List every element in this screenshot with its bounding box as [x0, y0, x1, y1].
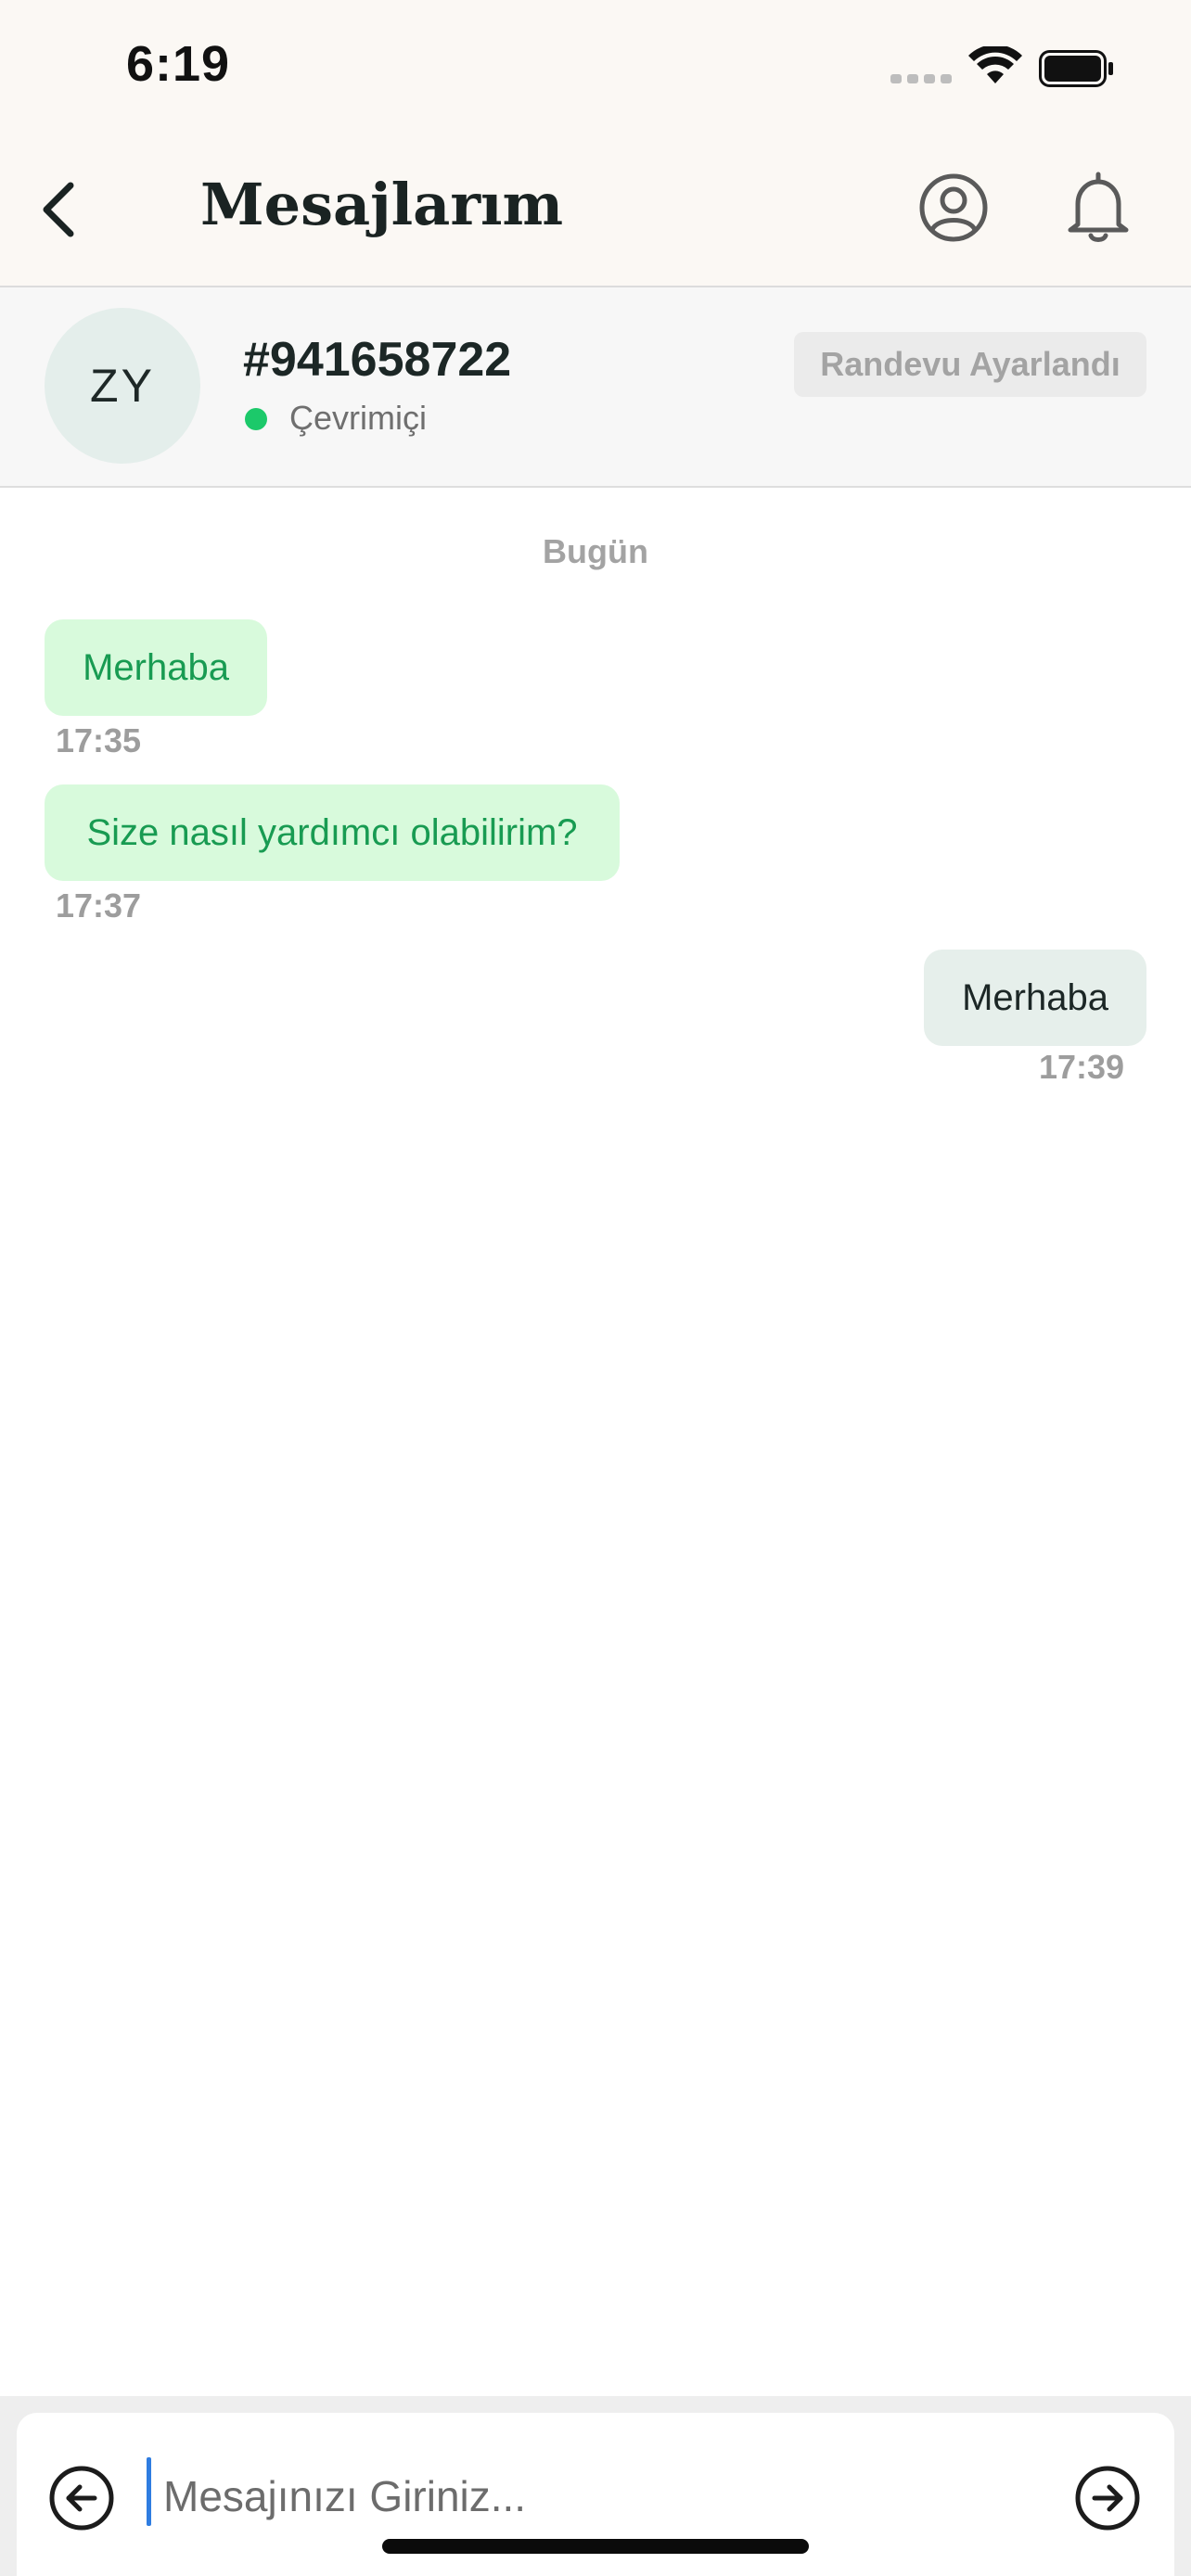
avatar: ZY [45, 308, 200, 464]
conversation-header: ZY #941658722 Çevrimiçi Randevu Ayarland… [0, 287, 1191, 488]
presence-label: Çevrimiçi [289, 399, 427, 437]
bell-icon[interactable] [1063, 171, 1133, 245]
top-bar: 6:19 Mesajlarım [0, 0, 1191, 287]
cellular-signal-icon [890, 74, 952, 83]
arrow-left-circle-icon[interactable] [48, 2465, 115, 2531]
status-badge: Randevu Ayarlandı [794, 332, 1146, 397]
arrow-right-circle-icon[interactable] [1074, 2465, 1141, 2531]
message-bubble: Merhaba [924, 950, 1146, 1046]
message-input[interactable] [148, 2457, 1039, 2535]
online-status-dot [245, 408, 267, 430]
status-icons [890, 46, 1113, 91]
message-time: 17:37 [56, 886, 142, 925]
date-separator: Bugün [543, 532, 648, 570]
wifi-icon [968, 46, 1022, 83]
message-time: 17:39 [1039, 1048, 1125, 1086]
message-bubble: Merhaba [45, 619, 267, 716]
conversation-id: #941658722 [243, 333, 512, 387]
status-time: 6:19 [126, 36, 231, 92]
home-indicator [382, 2539, 809, 2554]
chevron-left-icon[interactable] [37, 172, 85, 247]
page-title: Mesajlarım [200, 171, 564, 238]
profile-icon[interactable] [918, 172, 989, 243]
message-time: 17:35 [56, 721, 142, 759]
battery-icon [1039, 50, 1113, 87]
message-bubble: Size nasıl yardımcı olabilirim? [45, 784, 620, 881]
